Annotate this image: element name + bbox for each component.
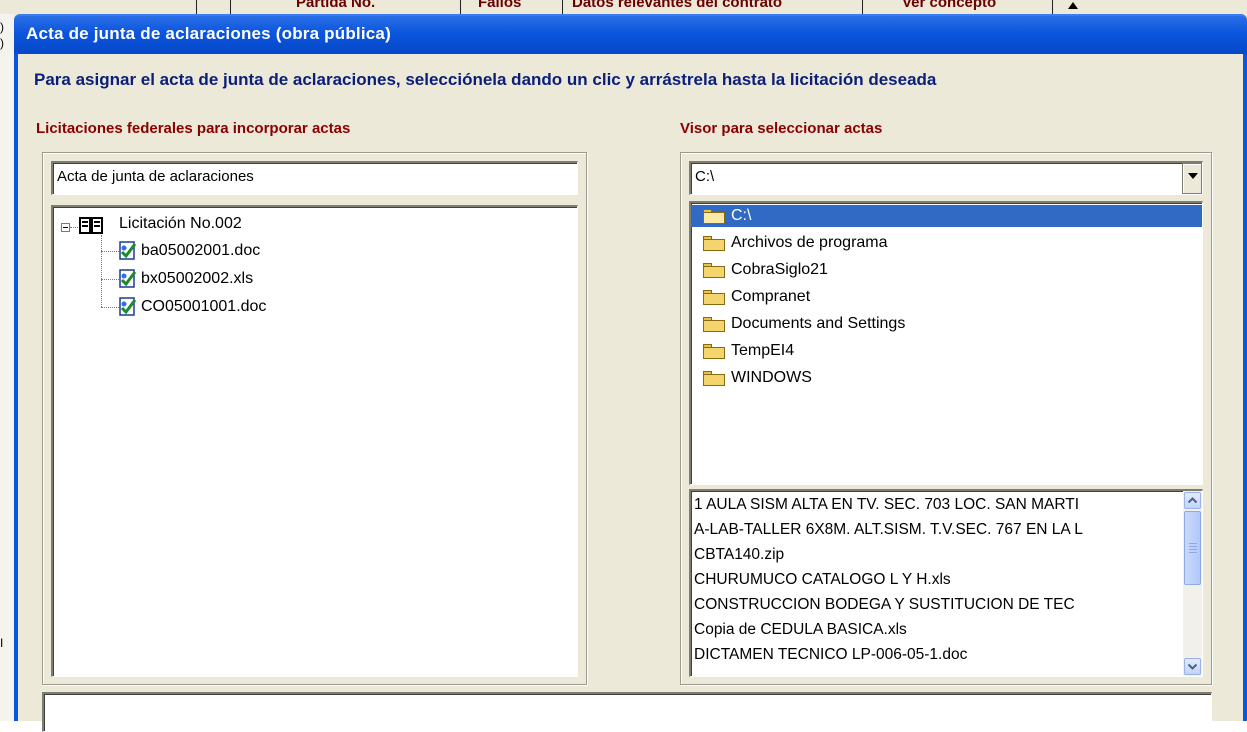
tree-line [101, 235, 102, 307]
window-border-right [1243, 54, 1247, 721]
title-bar[interactable]: Acta de junta de aclaraciones (obra públ… [14, 14, 1247, 54]
column-header-datos[interactable]: Datos relevantes del contrato [572, 0, 782, 11]
tree-root-licitacion[interactable]: Licitación No.002 [119, 215, 242, 233]
directory-label: WINDOWS [731, 369, 812, 386]
collapse-icon[interactable] [61, 223, 70, 232]
directory-item[interactable]: Compranet [691, 286, 1202, 308]
folder-icon [703, 371, 725, 386]
column-separator [562, 0, 563, 14]
directory-item[interactable]: C:\ [691, 205, 1202, 227]
arrow-down-icon[interactable] [1184, 658, 1201, 675]
column-separator [1052, 0, 1053, 14]
left-panel-label: Licitaciones federales para incorporar a… [36, 120, 351, 137]
instruction-text: Para asignar el acta de junta de aclarac… [34, 70, 937, 89]
directory-label: TempEI4 [731, 342, 795, 359]
document-check-icon [119, 297, 137, 316]
document-check-icon [119, 269, 137, 288]
licitaciones-group: Acta de junta de aclaraciones Licitación… [42, 152, 587, 685]
drive-combobox[interactable]: C:\ [689, 161, 1203, 195]
column-header-fallos[interactable]: Fallos [478, 0, 521, 11]
scrollbar-thumb[interactable] [1184, 511, 1201, 585]
window-border-left [14, 54, 18, 721]
bottom-panel[interactable] [42, 692, 1212, 732]
column-separator [230, 0, 231, 14]
folder-icon [703, 344, 725, 359]
sort-up-icon[interactable] [1068, 2, 1078, 9]
folder-icon [703, 263, 725, 278]
file-item[interactable]: A-LAB-TALLER 6X8M. ALT.SISM. T.V.SEC. 76… [694, 521, 1083, 539]
dialog-title: Acta de junta de aclaraciones (obra públ… [26, 24, 391, 43]
directory-label: Documents and Settings [731, 315, 906, 332]
tree-child-file[interactable]: CO05001001.doc [141, 298, 266, 316]
folder-icon [703, 317, 725, 332]
directory-label: CobraSiglo21 [731, 261, 828, 278]
column-separator [460, 0, 461, 14]
dropdown-arrow-icon[interactable] [1182, 163, 1202, 194]
document-check-icon [119, 241, 137, 260]
column-separator [862, 0, 863, 14]
directory-item[interactable]: TempEI4 [691, 340, 1202, 362]
file-list-scrollbar[interactable] [1183, 491, 1202, 676]
directory-item[interactable]: CobraSiglo21 [691, 259, 1202, 281]
file-item[interactable]: Copia de CEDULA BASICA.xls [694, 621, 907, 639]
directory-label: Compranet [731, 288, 811, 305]
right-panel-label: Visor para seleccionar actas [680, 120, 883, 137]
directory-item[interactable]: Documents and Settings [691, 313, 1202, 335]
visor-group: C:\ C:\ Archivos de programa CobraSiglo2… [680, 152, 1212, 685]
book-icon [79, 217, 103, 234]
file-item[interactable]: 1 AULA SISM ALTA EN TV. SEC. 703 LOC. SA… [694, 496, 1079, 514]
directory-label: C:\ [731, 207, 752, 224]
arrow-up-icon[interactable] [1184, 492, 1201, 509]
column-separator [196, 0, 197, 14]
file-item[interactable]: CONSTRUCCION BODEGA Y SUSTITUCION DE TEC [694, 596, 1075, 614]
background-window-header: Partida No. Fallos Datos relevantes del … [0, 0, 1247, 14]
folder-icon [703, 236, 725, 251]
file-list[interactable]: 1 AULA SISM ALTA EN TV. SEC. 703 LOC. SA… [689, 489, 1203, 677]
directory-item[interactable]: Archivos de programa [691, 232, 1202, 254]
column-header-ver-concepto[interactable]: Ver concepto [902, 0, 996, 11]
drive-value: C:\ [695, 168, 715, 185]
acta-type-value: Acta de junta de aclaraciones [57, 168, 254, 185]
file-item[interactable]: CHURUMUCO CATALOGO L Y H.xls [694, 571, 951, 589]
tree-child-file[interactable]: ba05002001.doc [141, 242, 260, 260]
tree-child-file[interactable]: bx05002002.xls [141, 270, 253, 288]
file-item[interactable]: CBTA140.zip [694, 546, 784, 564]
folder-open-icon [703, 209, 725, 224]
directory-list[interactable]: C:\ Archivos de programa CobraSiglo21 Co… [689, 201, 1203, 485]
aclaraciones-dialog: Acta de junta de aclaraciones (obra públ… [14, 14, 1247, 732]
file-item[interactable]: DICTAMEN TECNICO LP-006-05-1.doc [694, 646, 967, 664]
folder-icon [703, 290, 725, 305]
directory-item[interactable]: WINDOWS [691, 367, 1202, 389]
acta-type-field[interactable]: Acta de junta de aclaraciones [51, 161, 578, 195]
background-window-edge: ) ) I [0, 14, 14, 721]
column-header-partida[interactable]: Partida No. [296, 0, 375, 11]
licitaciones-tree[interactable]: Licitación No.002 ba05002001.doc bx05002… [51, 205, 578, 677]
directory-label: Archivos de programa [731, 234, 888, 251]
